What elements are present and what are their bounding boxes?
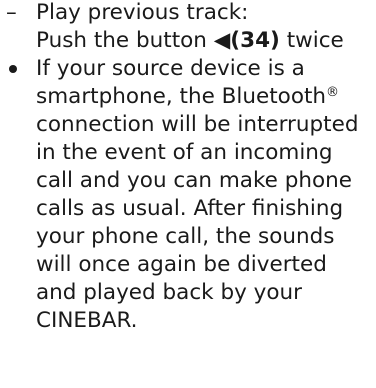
instruction-prefix: Push the button (36, 28, 214, 53)
button-reference: (34) (230, 28, 280, 53)
note-line: will once again be diverted (36, 252, 327, 277)
dash-marker: – (6, 0, 17, 25)
note-line: in the event of an incoming (36, 140, 333, 165)
list-item-previous-track: – Play previous track: Push the button ◀… (0, 0, 372, 55)
note-line: call and you can make phone (36, 168, 353, 193)
previous-track-heading: Play previous track: (36, 0, 249, 25)
manual-page: – Play previous track: Push the button ◀… (0, 0, 376, 388)
note-line: smartphone, the Bluetooth® (0, 83, 372, 111)
instruction-suffix: twice (279, 28, 344, 53)
bullet-dot (9, 65, 17, 73)
registered-mark: ® (326, 85, 340, 100)
previous-track-instruction: Push the button ◀(34) twice (0, 27, 372, 55)
note-line: your phone call, the sounds (36, 224, 335, 249)
note-line: calls as usual. After finishing (36, 196, 344, 221)
note-line: If your source device is a (36, 56, 305, 81)
note-line: CINEBAR. (36, 308, 138, 333)
note-line: and played back by your (36, 280, 302, 305)
back-arrow-icon: ◀ (213, 28, 231, 53)
note-line: connection will be interrupted (36, 112, 359, 137)
list-item-bluetooth-note: If your source device is a smartphone, t… (0, 55, 372, 335)
note-line-text: smartphone, the Bluetooth (36, 84, 327, 109)
